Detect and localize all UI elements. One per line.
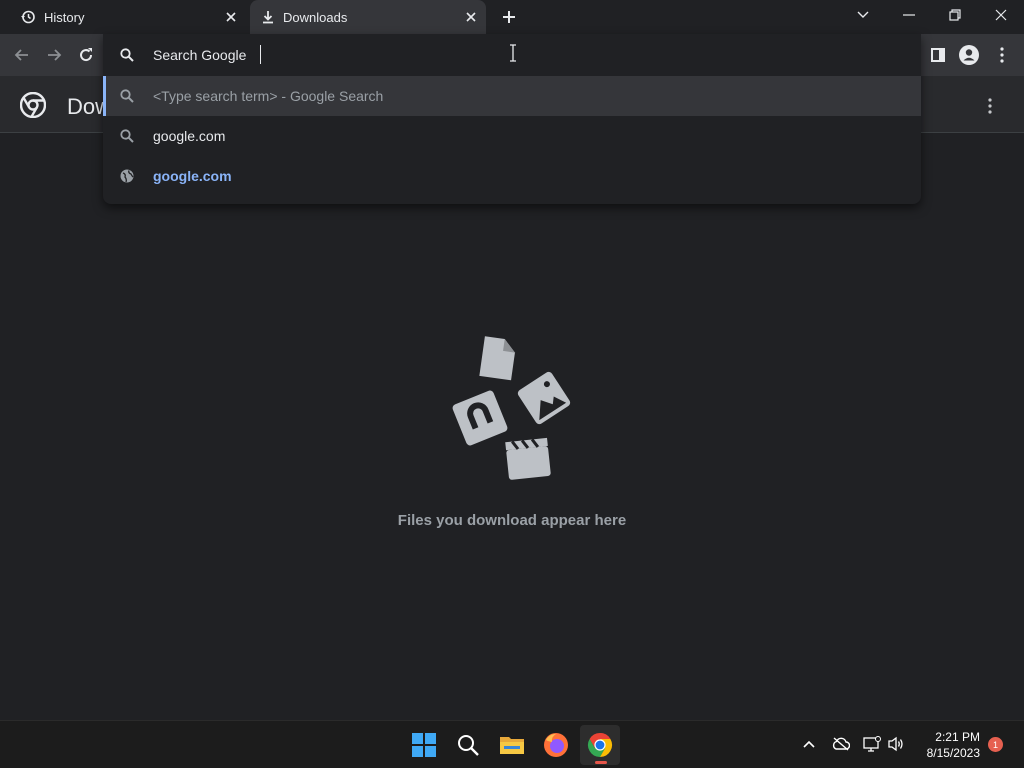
side-panel-button[interactable] bbox=[926, 43, 950, 67]
onedrive-button[interactable] bbox=[830, 733, 852, 755]
profile-button[interactable] bbox=[957, 43, 981, 67]
active-app-indicator bbox=[595, 761, 607, 764]
address-bar-placeholder: Search Google bbox=[153, 47, 247, 63]
folder-icon bbox=[500, 737, 524, 754]
back-button[interactable] bbox=[10, 43, 34, 67]
close-window-button[interactable] bbox=[988, 4, 1014, 26]
chevron-down-icon bbox=[857, 11, 869, 18]
side-panel-icon bbox=[931, 48, 945, 62]
tab-downloads-label: Downloads bbox=[283, 10, 348, 25]
suggestion-search-term[interactable]: <Type search term> - Google Search bbox=[103, 76, 921, 116]
notification-badge[interactable]: 1 bbox=[988, 737, 1003, 752]
start-button[interactable] bbox=[404, 725, 444, 765]
restore-button[interactable] bbox=[942, 4, 968, 26]
minimize-icon bbox=[903, 14, 915, 16]
taskbar-search-button[interactable] bbox=[448, 725, 488, 765]
suggestion-google-search[interactable]: google.com bbox=[103, 116, 921, 156]
arrow-left-icon bbox=[14, 49, 28, 61]
volume-button[interactable] bbox=[885, 733, 907, 755]
search-icon bbox=[120, 48, 134, 62]
system-clock[interactable]: 2:21 PM 8/15/2023 bbox=[916, 729, 980, 761]
mouse-cursor-ibeam-icon bbox=[510, 44, 516, 62]
chrome-taskbar-button[interactable] bbox=[580, 725, 620, 765]
close-icon bbox=[466, 12, 476, 22]
windows-logo-icon bbox=[412, 733, 436, 757]
reload-button[interactable] bbox=[74, 43, 98, 67]
network-button[interactable] bbox=[861, 733, 883, 755]
history-icon bbox=[21, 10, 35, 24]
search-icon bbox=[120, 129, 134, 143]
globe-icon bbox=[120, 169, 134, 183]
reload-icon bbox=[80, 48, 93, 62]
tab-strip: History Downloads bbox=[0, 0, 1024, 34]
chrome-logo-icon bbox=[20, 92, 46, 118]
new-tab-button[interactable] bbox=[498, 6, 520, 28]
empty-state-message: Files you download appear here bbox=[397, 512, 627, 529]
downloads-menu-button[interactable] bbox=[982, 96, 998, 116]
show-hidden-icons-button[interactable] bbox=[798, 733, 820, 755]
chevron-up-icon bbox=[803, 740, 815, 748]
search-icon bbox=[458, 735, 479, 756]
suggestion-text: google.com bbox=[153, 128, 226, 144]
firefox-button[interactable] bbox=[536, 725, 576, 765]
plus-icon bbox=[503, 11, 515, 23]
download-icon bbox=[263, 11, 273, 24]
tab-downloads[interactable]: Downloads bbox=[250, 0, 486, 34]
suggestion-google-url[interactable]: google.com bbox=[103, 156, 921, 196]
network-icon bbox=[863, 736, 881, 752]
more-vertical-icon bbox=[988, 98, 992, 114]
file-explorer-button[interactable] bbox=[492, 725, 532, 765]
minimize-button[interactable] bbox=[896, 4, 922, 26]
more-vertical-icon bbox=[1000, 47, 1004, 63]
selection-indicator bbox=[103, 76, 106, 116]
tab-search-button[interactable] bbox=[850, 4, 876, 26]
tab-downloads-close-button[interactable] bbox=[462, 8, 480, 26]
browser-menu-button[interactable] bbox=[990, 43, 1014, 67]
tab-history-label: History bbox=[44, 10, 85, 25]
cloud-offline-icon bbox=[832, 737, 850, 751]
close-icon bbox=[995, 9, 1007, 21]
chrome-icon bbox=[587, 733, 613, 757]
forward-button[interactable] bbox=[42, 43, 66, 67]
suggestion-text: <Type search term> - Google Search bbox=[153, 88, 384, 104]
firefox-icon bbox=[544, 733, 568, 757]
avatar-icon bbox=[959, 45, 979, 65]
arrow-right-icon bbox=[48, 49, 62, 61]
search-icon bbox=[120, 89, 134, 103]
tab-history-close-button[interactable] bbox=[222, 8, 240, 26]
clock-time: 2:21 PM bbox=[935, 730, 980, 744]
clock-date: 8/15/2023 bbox=[926, 746, 980, 760]
speaker-icon bbox=[888, 736, 903, 752]
close-icon bbox=[226, 12, 236, 22]
empty-downloads-illustration bbox=[452, 336, 571, 480]
restore-icon bbox=[949, 9, 961, 21]
text-caret bbox=[260, 45, 261, 64]
tab-history[interactable]: History bbox=[8, 0, 246, 34]
suggestion-text: google.com bbox=[153, 168, 232, 184]
windows-taskbar: 2:21 PM 8/15/2023 1 bbox=[0, 720, 1024, 768]
